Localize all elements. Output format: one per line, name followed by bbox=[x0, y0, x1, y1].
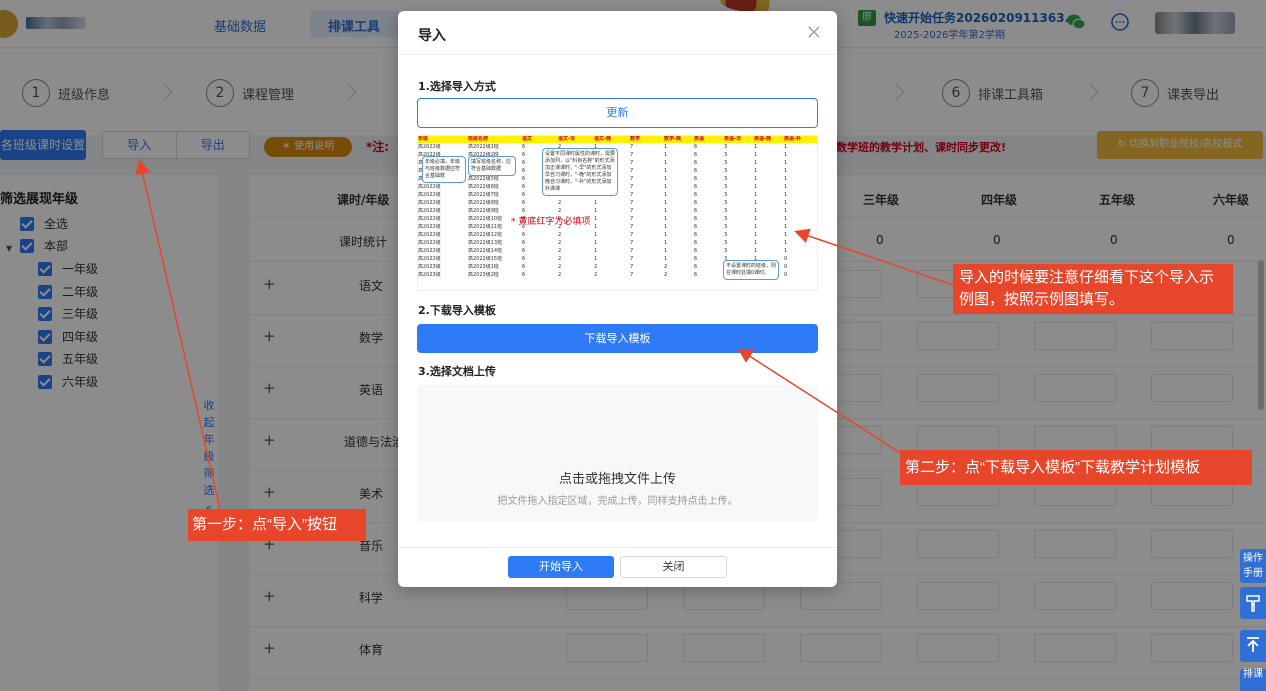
step2-annotation: 第二步：点“下载导入模板”下载教学计划模板 bbox=[900, 450, 1252, 485]
tutorial-arrows bbox=[135, 159, 954, 510]
example-tip-annotation: 导入的时候要注意仔细看下这个导入示例图，按照示例图填写。 bbox=[953, 264, 1233, 314]
step1-annotation: 第一步：点“导入”按钮 bbox=[188, 509, 366, 541]
arrow-to-download bbox=[737, 348, 906, 457]
arrow-to-example bbox=[794, 228, 954, 286]
arrow-to-import bbox=[135, 159, 221, 510]
